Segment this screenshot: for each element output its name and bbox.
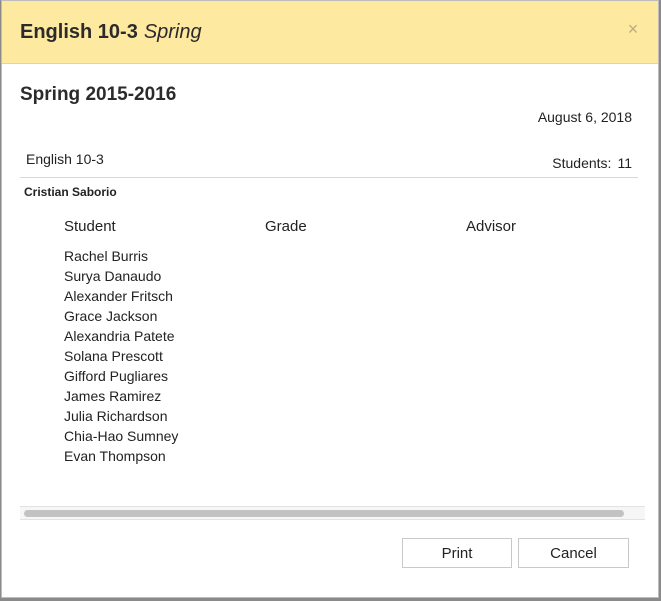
student-list: Rachel Burris Surya Danaudo Alexander Fr… [64, 246, 178, 466]
column-header-advisor: Advisor [466, 218, 517, 235]
horizontal-scrollbar[interactable] [20, 506, 645, 520]
student-row: James Ramirez [64, 388, 162, 404]
teacher-name: Cristian Saborio [24, 185, 117, 199]
student-row: Alexander Fritsch [64, 288, 173, 304]
close-icon[interactable]: × [624, 19, 642, 39]
student-row: Chia-Hao Sumney [64, 428, 179, 444]
student-row: Grace Jackson [64, 308, 158, 324]
class-roster-dialog: English 10-3 Spring × Spring 2015-2016 Au… [1, 0, 659, 598]
dialog-title-course: English 10-3 [20, 21, 138, 43]
column-header-student: Student [64, 218, 116, 235]
dialog-title: English 10-3 Spring [20, 21, 202, 44]
student-row: Alexandria Patete [64, 328, 175, 344]
course-name: English 10-3 [26, 151, 104, 167]
student-row: Rachel Burris [64, 248, 149, 264]
dialog-title-term: Spring [143, 21, 202, 43]
scrollbar-thumb[interactable] [24, 510, 624, 517]
student-row: Evan Thompson [64, 448, 166, 464]
student-count-value: 11 [617, 155, 632, 171]
column-header-grade: Grade [265, 218, 307, 235]
dialog-header: English 10-3 Spring × [2, 1, 658, 64]
student-count-label: Students: [552, 155, 612, 171]
student-row: Julia Richardson [64, 408, 168, 424]
student-row: Solana Prescott [64, 348, 163, 364]
report-date: August 6, 2018 [537, 109, 632, 125]
print-button[interactable]: Print [402, 538, 512, 568]
cancel-button[interactable]: Cancel [518, 538, 629, 568]
course-summary-row: English 10-3 Students: 11 [20, 150, 638, 178]
term-title: Spring 2015-2016 [20, 84, 177, 105]
student-row: Gifford Pugliares [64, 368, 169, 384]
student-count: Students: 11 [552, 155, 632, 171]
student-row: Surya Danaudo [64, 268, 162, 284]
